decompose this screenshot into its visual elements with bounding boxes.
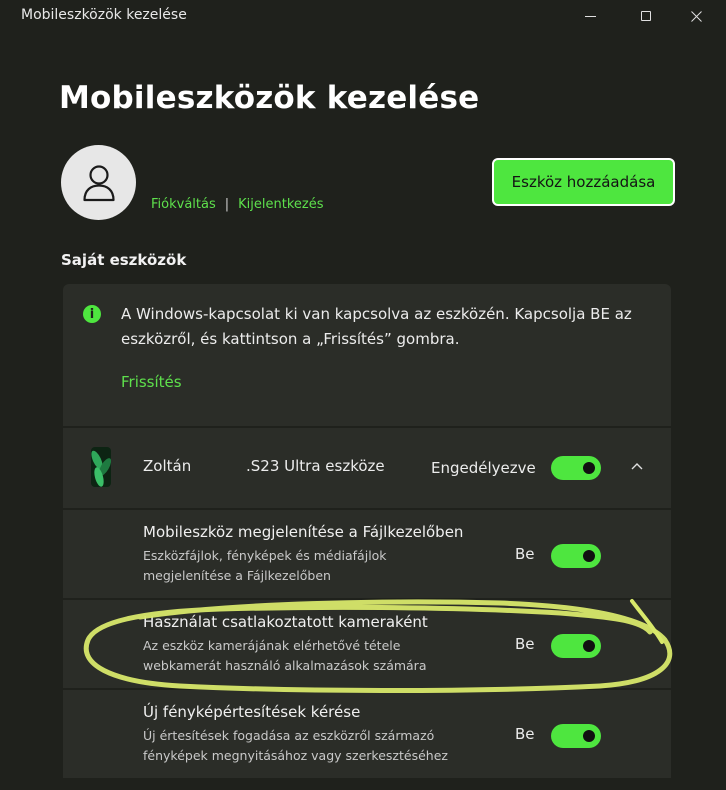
toggle-knob <box>583 462 595 474</box>
file-explorer-toggle[interactable] <box>551 544 601 568</box>
maximize-button[interactable] <box>622 0 670 32</box>
setting-title: Használat csatlakoztatott kameraként <box>143 613 428 631</box>
close-icon <box>690 10 702 22</box>
device-toggle[interactable] <box>551 456 601 480</box>
device-row[interactable]: Zoltán .S23 Ultra eszköze Engedélyezve <box>63 428 671 508</box>
setting-state: Be <box>515 635 535 653</box>
setting-row-file-explorer: Mobileszköz megjelenítése a Fájlkezelőbe… <box>63 510 671 598</box>
info-icon: i <box>83 305 101 323</box>
person-icon <box>82 164 115 201</box>
link-separator: | <box>224 197 230 212</box>
setting-description: Az eszköz kamerájának elérhetővé tétele … <box>143 638 427 673</box>
title-bar: Mobileszközök kezelése <box>0 0 726 34</box>
chevron-up-icon[interactable] <box>631 458 643 474</box>
setting-state: Be <box>515 545 535 563</box>
setting-description: Eszközfájlok, fényképek és médiafájlok m… <box>143 548 387 583</box>
info-panel: i A Windows-kapcsolat ki van kapcsolva a… <box>63 284 671 426</box>
maximize-icon <box>641 11 651 21</box>
setting-row-photo-notifications: Új fényképértesítések kérése Új értesíté… <box>63 690 671 778</box>
window-title: Mobileszközök kezelése <box>21 7 187 23</box>
toggle-knob <box>583 550 595 562</box>
account-links: Fiókváltás | Kijelentkezés <box>151 197 323 212</box>
setting-description: Új értesítések fogadása az eszközről szá… <box>143 728 448 763</box>
photo-notifications-toggle[interactable] <box>551 724 601 748</box>
device-model: .S23 Ultra eszköze <box>246 457 385 475</box>
minimize-button[interactable] <box>566 0 614 32</box>
setting-state: Be <box>515 725 535 743</box>
phone-icon <box>91 447 111 487</box>
device-status: Engedélyezve <box>431 459 536 477</box>
minimize-icon <box>584 15 596 17</box>
switch-account-link[interactable]: Fiókváltás <box>151 197 216 212</box>
toggle-knob <box>583 640 595 652</box>
add-device-button[interactable]: Eszköz hozzáadása <box>492 158 675 206</box>
info-message: A Windows-kapcsolat ki van kapcsolva az … <box>121 305 632 348</box>
section-title: Saját eszközök <box>61 251 187 269</box>
page-title: Mobileszközök kezelése <box>59 80 480 116</box>
camera-toggle[interactable] <box>551 634 601 658</box>
toggle-knob <box>583 730 595 742</box>
refresh-link[interactable]: Frissítés <box>121 373 182 391</box>
avatar[interactable] <box>61 145 136 220</box>
setting-title: Új fényképértesítések kérése <box>143 703 361 721</box>
setting-title: Mobileszköz megjelenítése a Fájlkezelőbe… <box>143 523 464 541</box>
sign-out-link[interactable]: Kijelentkezés <box>238 197 323 212</box>
close-button[interactable] <box>672 0 720 32</box>
setting-row-camera: Használat csatlakoztatott kameraként Az … <box>63 600 671 688</box>
device-owner: Zoltán <box>143 457 192 475</box>
